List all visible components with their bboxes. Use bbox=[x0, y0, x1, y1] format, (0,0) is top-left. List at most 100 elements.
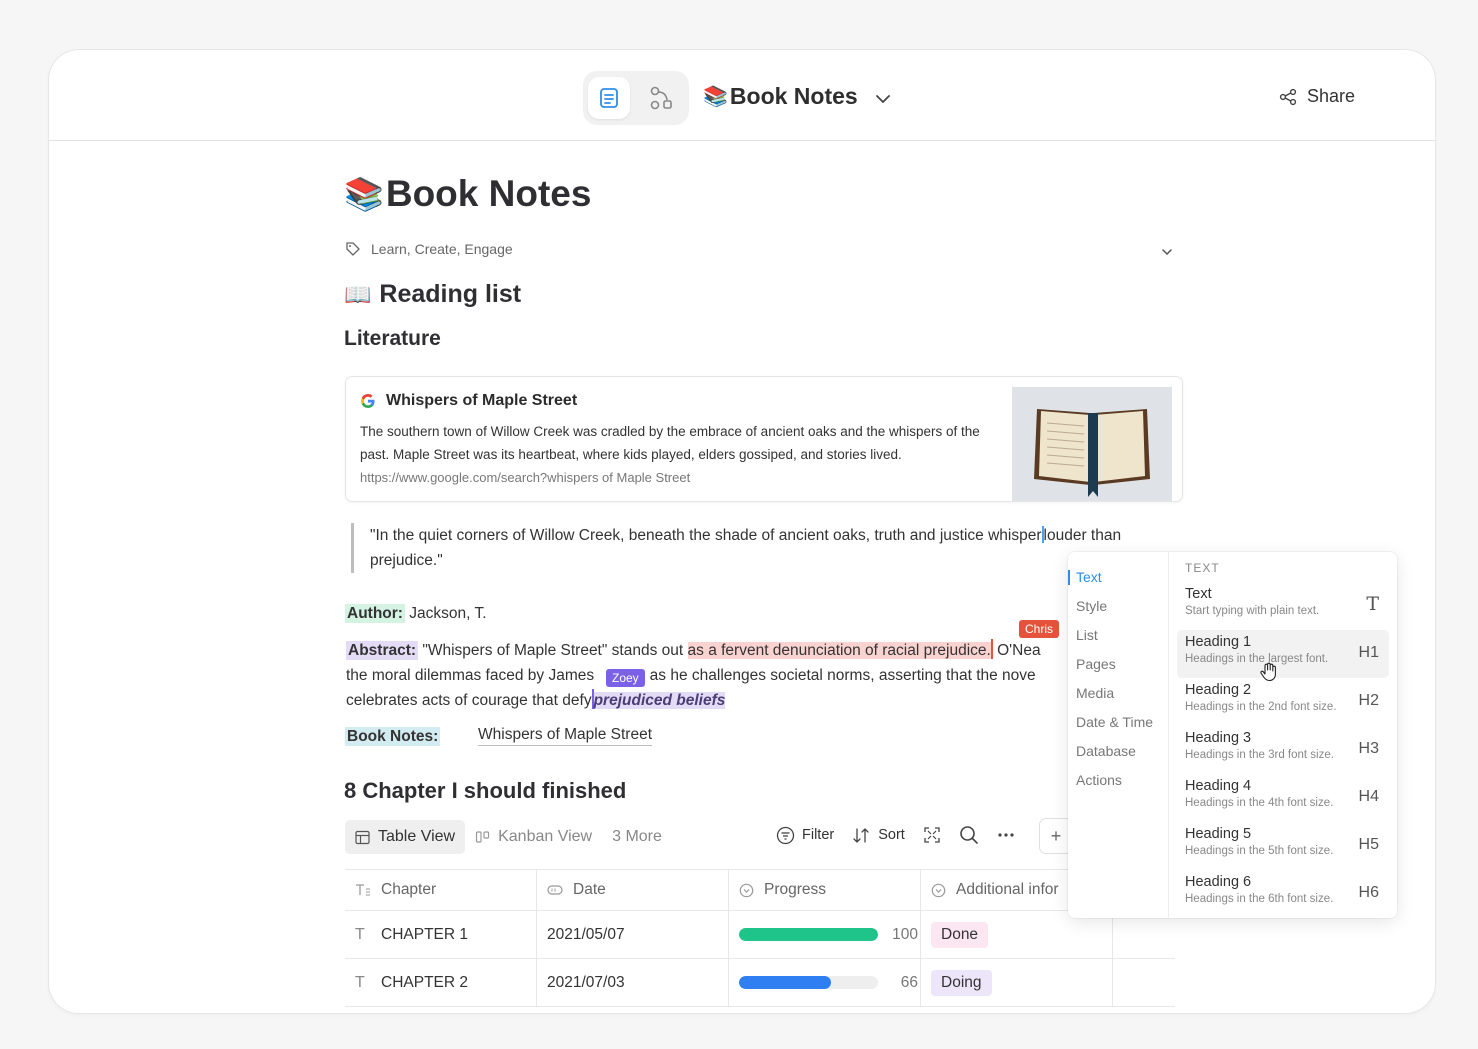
table-row[interactable]: T CHAPTER 1 2021/05/07 100 Done bbox=[345, 911, 1175, 959]
chapter-cell[interactable]: T CHAPTER 1 bbox=[345, 911, 537, 958]
card-url[interactable]: https://www.google.com/search?whispers o… bbox=[360, 470, 690, 485]
menu-item-heading-2[interactable]: Heading 2 Headings in the 2nd font size.… bbox=[1177, 678, 1389, 726]
menu-item-description: Headings in the largest font. bbox=[1185, 653, 1329, 665]
column-label: Progress bbox=[764, 881, 827, 898]
tab-more-views[interactable]: 3 More bbox=[602, 820, 672, 854]
menu-item-heading-5[interactable]: Heading 5 Headings in the 5th font size.… bbox=[1177, 822, 1389, 870]
date-cell[interactable]: 2021/05/07 bbox=[537, 911, 729, 958]
status-badge: Done bbox=[931, 921, 989, 948]
tab-kanban-view[interactable]: Kanban View bbox=[465, 820, 602, 854]
menu-item-shortcut: H6 bbox=[1358, 884, 1379, 901]
table-icon bbox=[355, 830, 370, 844]
database-table: Chapter Date Progress Additional infor T… bbox=[345, 869, 1175, 1007]
chapter-value: CHAPTER 2 bbox=[381, 973, 468, 991]
menu-items: TEXT Text Start typing with plain text. … bbox=[1169, 552, 1397, 918]
chevron-down-icon[interactable] bbox=[1160, 245, 1174, 259]
menu-item-title: Text bbox=[1185, 586, 1212, 602]
menu-item-heading-6[interactable]: Heading 6 Headings in the 6th font size.… bbox=[1177, 870, 1389, 918]
column-header-progress[interactable]: Progress bbox=[729, 870, 921, 910]
progress-bar bbox=[739, 928, 878, 941]
table-row[interactable]: T CHAPTER 2 2021/07/03 66 Doing bbox=[345, 959, 1175, 1007]
tab-table-view[interactable]: Table View bbox=[345, 820, 466, 854]
literature-heading[interactable]: Literature bbox=[344, 327, 441, 351]
sort-label: Sort bbox=[878, 827, 905, 843]
expand-icon[interactable] bbox=[923, 826, 941, 844]
menu-item-text[interactable]: Text Start typing with plain text. T bbox=[1177, 582, 1389, 630]
hand-cursor-icon bbox=[1260, 662, 1276, 682]
menu-category-pages[interactable]: Pages bbox=[1068, 650, 1168, 679]
document-title-text: Book Notes bbox=[729, 83, 858, 109]
column-header-chapter[interactable]: Chapter bbox=[345, 870, 537, 910]
menu-categories: Text Style List Pages Media Date & Time … bbox=[1068, 552, 1169, 918]
abstract-text: the moral dilemmas faced by James bbox=[346, 667, 595, 684]
abstract-text: "Whispers of Maple Street" stands out bbox=[418, 642, 688, 659]
menu-item-title: Heading 3 bbox=[1185, 730, 1252, 746]
share-label: Share bbox=[1307, 86, 1356, 106]
search-icon[interactable] bbox=[959, 825, 979, 845]
abstract-text: on as he challenges societal norms, asse… bbox=[628, 667, 1036, 684]
page-title[interactable]: 📚 Book Notes bbox=[344, 173, 591, 215]
document-mode-button[interactable] bbox=[588, 77, 630, 119]
database-heading[interactable]: 8 Chapter I should finished bbox=[344, 778, 626, 804]
tags-row[interactable]: Learn, Create, Engage bbox=[345, 241, 513, 257]
blockquote[interactable]: "In the quiet corners of Willow Creek, b… bbox=[351, 523, 1181, 573]
abstract-text: celebrates acts of courage that defy bbox=[346, 692, 592, 709]
menu-category-database[interactable]: Database bbox=[1068, 737, 1168, 766]
progress-value: 100 bbox=[892, 925, 918, 943]
text-type-icon: T bbox=[355, 973, 365, 991]
open-book-image bbox=[1012, 387, 1172, 501]
filter-button[interactable]: Filter bbox=[776, 826, 834, 845]
menu-item-title: Heading 2 bbox=[1185, 682, 1252, 698]
menu-category-actions[interactable]: Actions bbox=[1068, 766, 1168, 795]
menu-item-title: Heading 5 bbox=[1185, 826, 1252, 842]
date-type-icon bbox=[547, 885, 563, 895]
date-cell[interactable]: 2021/07/03 bbox=[537, 959, 729, 1006]
progress-value: 66 bbox=[900, 973, 918, 991]
table-header-row: Chapter Date Progress Additional infor bbox=[345, 869, 1175, 911]
google-icon bbox=[361, 394, 375, 408]
app-window: 📚 Book Notes Share 📚 Book Notes Learn, C… bbox=[49, 50, 1435, 1013]
chapter-cell[interactable]: T CHAPTER 2 bbox=[345, 959, 537, 1006]
tag-icon bbox=[346, 242, 360, 256]
menu-category-date-time[interactable]: Date & Time bbox=[1068, 708, 1168, 737]
menu-item-description: Headings in the 5th font size. bbox=[1185, 845, 1334, 857]
status-badge: Doing bbox=[931, 969, 992, 996]
book-notes-link[interactable]: Whispers of Maple Street bbox=[478, 726, 653, 746]
abstract-field[interactable]: Abstract: "Whispers of Maple Street" sta… bbox=[346, 638, 1072, 713]
reading-list-heading[interactable]: 📖 Reading list bbox=[344, 280, 521, 309]
status-cell[interactable]: Done bbox=[921, 911, 1113, 958]
document-icon bbox=[600, 88, 618, 108]
menu-item-shortcut: H4 bbox=[1358, 788, 1379, 805]
share-button[interactable]: Share bbox=[1279, 86, 1355, 107]
author-field[interactable]: Author: Jackson, T. bbox=[345, 601, 487, 626]
sort-button[interactable]: Sort bbox=[852, 826, 905, 845]
menu-category-text[interactable]: Text bbox=[1068, 563, 1168, 592]
more-options-icon[interactable] bbox=[997, 826, 1015, 844]
link-preview-card[interactable]: Whispers of Maple Street The southern to… bbox=[345, 376, 1183, 502]
menu-item-heading-3[interactable]: Heading 3 Headings in the 3rd font size.… bbox=[1177, 726, 1389, 774]
kanban-icon bbox=[475, 830, 490, 843]
tags-text: Learn, Create, Engage bbox=[371, 241, 513, 257]
menu-category-media[interactable]: Media bbox=[1068, 679, 1168, 708]
collaborator-tag-chris: Chris bbox=[1019, 620, 1060, 638]
reading-list-heading-text: Reading list bbox=[379, 280, 522, 308]
document-title[interactable]: 📚 Book Notes bbox=[703, 83, 858, 110]
highlighted-text: prejudiced beliefs bbox=[593, 692, 726, 709]
menu-item-heading-4[interactable]: Heading 4 Headings in the 4th font size.… bbox=[1177, 774, 1389, 822]
column-header-date[interactable]: Date bbox=[537, 870, 729, 910]
menu-category-style[interactable]: Style bbox=[1068, 592, 1168, 621]
progress-cell[interactable]: 66 bbox=[729, 959, 921, 1006]
filter-icon bbox=[776, 826, 795, 844]
whiteboard-mode-button[interactable] bbox=[640, 77, 682, 119]
progress-cell[interactable]: 100 bbox=[729, 911, 921, 958]
author-value: Jackson, T. bbox=[404, 605, 487, 622]
menu-item-heading-1[interactable]: Heading 1 Headings in the largest font. … bbox=[1177, 630, 1389, 678]
highlighted-text: as a fervent denunciation of racial prej… bbox=[687, 642, 991, 659]
column-label: Additional infor bbox=[956, 881, 1059, 898]
status-cell[interactable]: Doing bbox=[921, 959, 1113, 1006]
chevron-down-icon[interactable] bbox=[874, 90, 892, 108]
quote-text-before: "In the quiet corners of Willow Creek, b… bbox=[370, 527, 1042, 544]
menu-category-list[interactable]: List bbox=[1068, 621, 1168, 650]
tab-label: Kanban View bbox=[498, 828, 593, 845]
chapter-value: CHAPTER 1 bbox=[381, 925, 468, 943]
